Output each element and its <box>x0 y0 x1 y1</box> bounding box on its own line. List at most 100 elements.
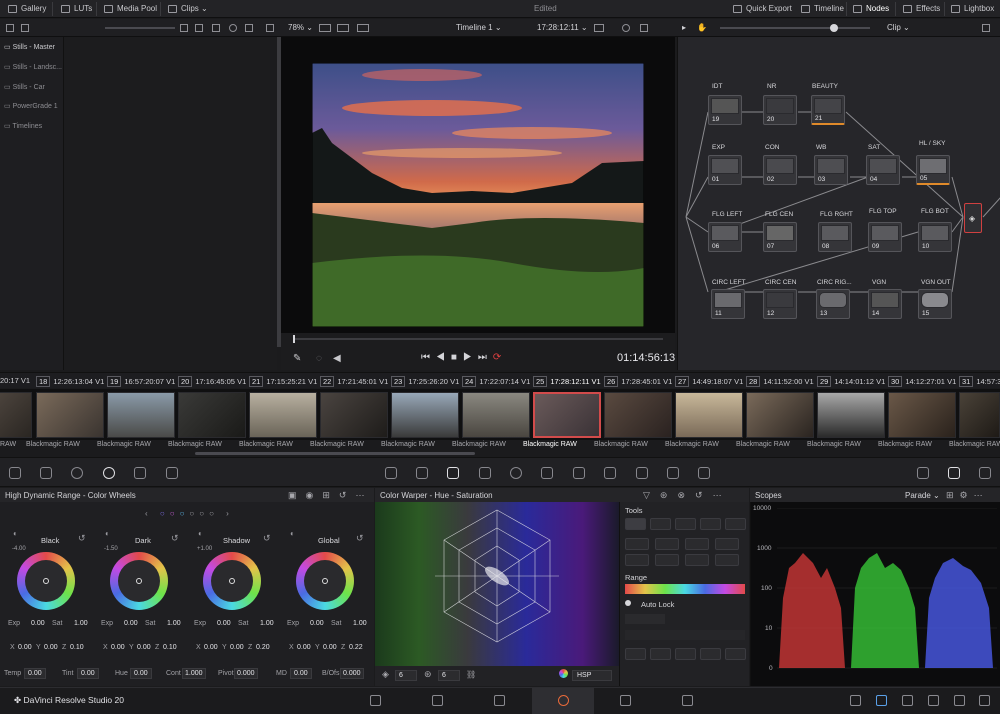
sat-value[interactable]: 1.00 <box>74 620 88 627</box>
node-mode-dropdown[interactable]: Clip ⌄ <box>887 23 910 32</box>
warper-grid[interactable] <box>375 502 619 666</box>
param-field[interactable]: 0.00 <box>130 668 152 679</box>
clip-thumbnail[interactable] <box>178 392 246 438</box>
clip-thumbnail[interactable] <box>675 392 743 438</box>
filter-icon[interactable]: ▽ <box>643 490 660 500</box>
node-flg-rght[interactable]: 08 <box>818 222 852 252</box>
exp-value[interactable]: 0.00 <box>124 620 138 627</box>
effects-toggle[interactable]: Effects <box>903 4 940 13</box>
stop-icon[interactable]: ■ <box>451 352 463 363</box>
color-picker-icon[interactable] <box>622 24 630 32</box>
fullscreen-icon[interactable] <box>640 24 648 32</box>
more-icon[interactable]: ⋯ <box>355 490 373 500</box>
luts-tab[interactable]: LUTs <box>61 4 92 13</box>
sat-value[interactable]: 1.00 <box>353 620 367 627</box>
reset-icon[interactable]: ↺ <box>263 533 271 544</box>
scopes-toggle-icon[interactable] <box>948 467 960 479</box>
warper-active-icon[interactable] <box>447 467 459 479</box>
clip-thumbnail[interactable] <box>391 392 459 438</box>
clip-header[interactable]: 20:17 V1 <box>0 376 30 385</box>
node-vgn-out[interactable]: 15 <box>918 289 952 319</box>
z-value[interactable]: 0.20 <box>256 644 270 651</box>
auto-lock-radio[interactable] <box>625 600 631 606</box>
clip-thumbnail[interactable] <box>604 392 672 438</box>
node-exp[interactable]: 01 <box>708 155 742 185</box>
color-match-icon[interactable] <box>40 467 52 479</box>
point-dropdown[interactable] <box>625 614 665 624</box>
node-flg-top[interactable]: 09 <box>868 222 902 252</box>
scrubber[interactable] <box>293 335 663 343</box>
edit-page-icon[interactable] <box>494 695 505 706</box>
curves-icon[interactable] <box>385 467 397 479</box>
reset-icon[interactable]: ↺ <box>356 533 364 544</box>
settings-icon[interactable]: ⚙ <box>960 490 974 500</box>
color-wheel-shadow[interactable] <box>203 552 261 610</box>
panel-toggle-icon[interactable] <box>21 24 29 32</box>
image-wipe-icon[interactable] <box>266 24 274 32</box>
clip-thumbnail[interactable] <box>320 392 388 438</box>
node-idt[interactable]: 19 <box>708 95 742 125</box>
nodes-toggle[interactable]: Nodes <box>853 4 889 13</box>
wheel-mode-icon[interactable]: ◐ <box>13 529 18 538</box>
node-sat[interactable]: 04 <box>866 155 900 185</box>
primaries-icon[interactable] <box>71 467 83 479</box>
tool-button[interactable] <box>655 554 679 566</box>
cut-page-icon[interactable] <box>432 695 443 706</box>
more-options-icon[interactable] <box>982 24 990 32</box>
settings-icon[interactable]: ⊞ <box>322 490 339 500</box>
sort-icon[interactable] <box>212 24 220 32</box>
clip-thumbnail-selected[interactable] <box>533 392 601 438</box>
highlight-icon[interactable] <box>357 24 369 32</box>
search-icon[interactable] <box>229 24 237 32</box>
color-space-dropdown[interactable]: HSP <box>572 670 612 681</box>
chat-icon[interactable] <box>902 695 913 706</box>
exp-value[interactable]: 0.00 <box>310 620 324 627</box>
z-value[interactable]: 0.22 <box>349 644 363 651</box>
timeline-toggle[interactable]: Timeline <box>801 4 844 13</box>
exp-value[interactable]: 0.00 <box>217 620 231 627</box>
node-circ-left[interactable]: 11 <box>711 289 745 319</box>
reset-icon[interactable]: ↺ <box>78 533 86 544</box>
z-value[interactable]: 0.10 <box>163 644 177 651</box>
node-flg-bot[interactable]: 10 <box>918 222 952 252</box>
project-manager-icon[interactable] <box>850 695 861 706</box>
y-value[interactable]: 0.00 <box>230 644 244 651</box>
expand-tool-button[interactable] <box>725 518 746 530</box>
clip-header[interactable]: 3114:57:30 <box>959 376 1000 387</box>
quick-export-button[interactable]: Quick Export <box>733 4 792 13</box>
sizing-icon[interactable] <box>667 467 679 479</box>
node-flg-left[interactable]: 06 <box>708 222 742 252</box>
hdr-icon[interactable] <box>103 467 115 479</box>
audio-icon[interactable]: ◀ <box>333 353 341 364</box>
tool-button[interactable] <box>685 538 709 550</box>
param-field[interactable]: 0.00 <box>24 668 46 679</box>
3d-icon[interactable] <box>698 467 710 479</box>
clip-thumbnail[interactable] <box>888 392 956 438</box>
rgb-mixer-icon[interactable] <box>134 467 146 479</box>
timelines-album[interactable]: ▭ Timelines <box>4 122 42 130</box>
zone-icon[interactable]: ▣ <box>288 490 306 500</box>
more-icon[interactable]: ⋯ <box>713 490 732 500</box>
x-value[interactable]: 0.00 <box>297 644 311 651</box>
lightbox-toggle[interactable]: Lightbox <box>951 4 994 13</box>
clip-scrollbar[interactable] <box>195 452 475 455</box>
slider-handle[interactable] <box>830 24 838 32</box>
clip-thumbnail[interactable] <box>0 392 32 438</box>
tool-button[interactable] <box>685 554 709 566</box>
clips-dropdown[interactable]: Clips ⌄ <box>168 4 208 13</box>
wipe-icon[interactable] <box>337 24 349 32</box>
go-to-end-icon[interactable]: ⏭ <box>478 352 493 363</box>
range-hue-bar[interactable] <box>625 584 745 594</box>
sat-resolution-dropdown[interactable]: 6 <box>438 670 460 681</box>
y-value[interactable]: 0.00 <box>44 644 58 651</box>
scopes-mode-dropdown[interactable]: Parade ⌄ <box>905 491 940 500</box>
grid-icon[interactable]: ⊛ <box>660 490 678 500</box>
tool-button[interactable] <box>715 554 739 566</box>
clip-thumbnail[interactable] <box>746 392 814 438</box>
color-wheel-global[interactable] <box>296 552 354 610</box>
deliver-page-icon[interactable] <box>682 695 693 706</box>
param-field[interactable]: 1.000 <box>182 668 206 679</box>
clip-header[interactable]: 26 17:28:45:01 V1 <box>604 376 672 387</box>
color-wheel-dark[interactable] <box>110 552 168 610</box>
y-value[interactable]: 0.00 <box>137 644 151 651</box>
